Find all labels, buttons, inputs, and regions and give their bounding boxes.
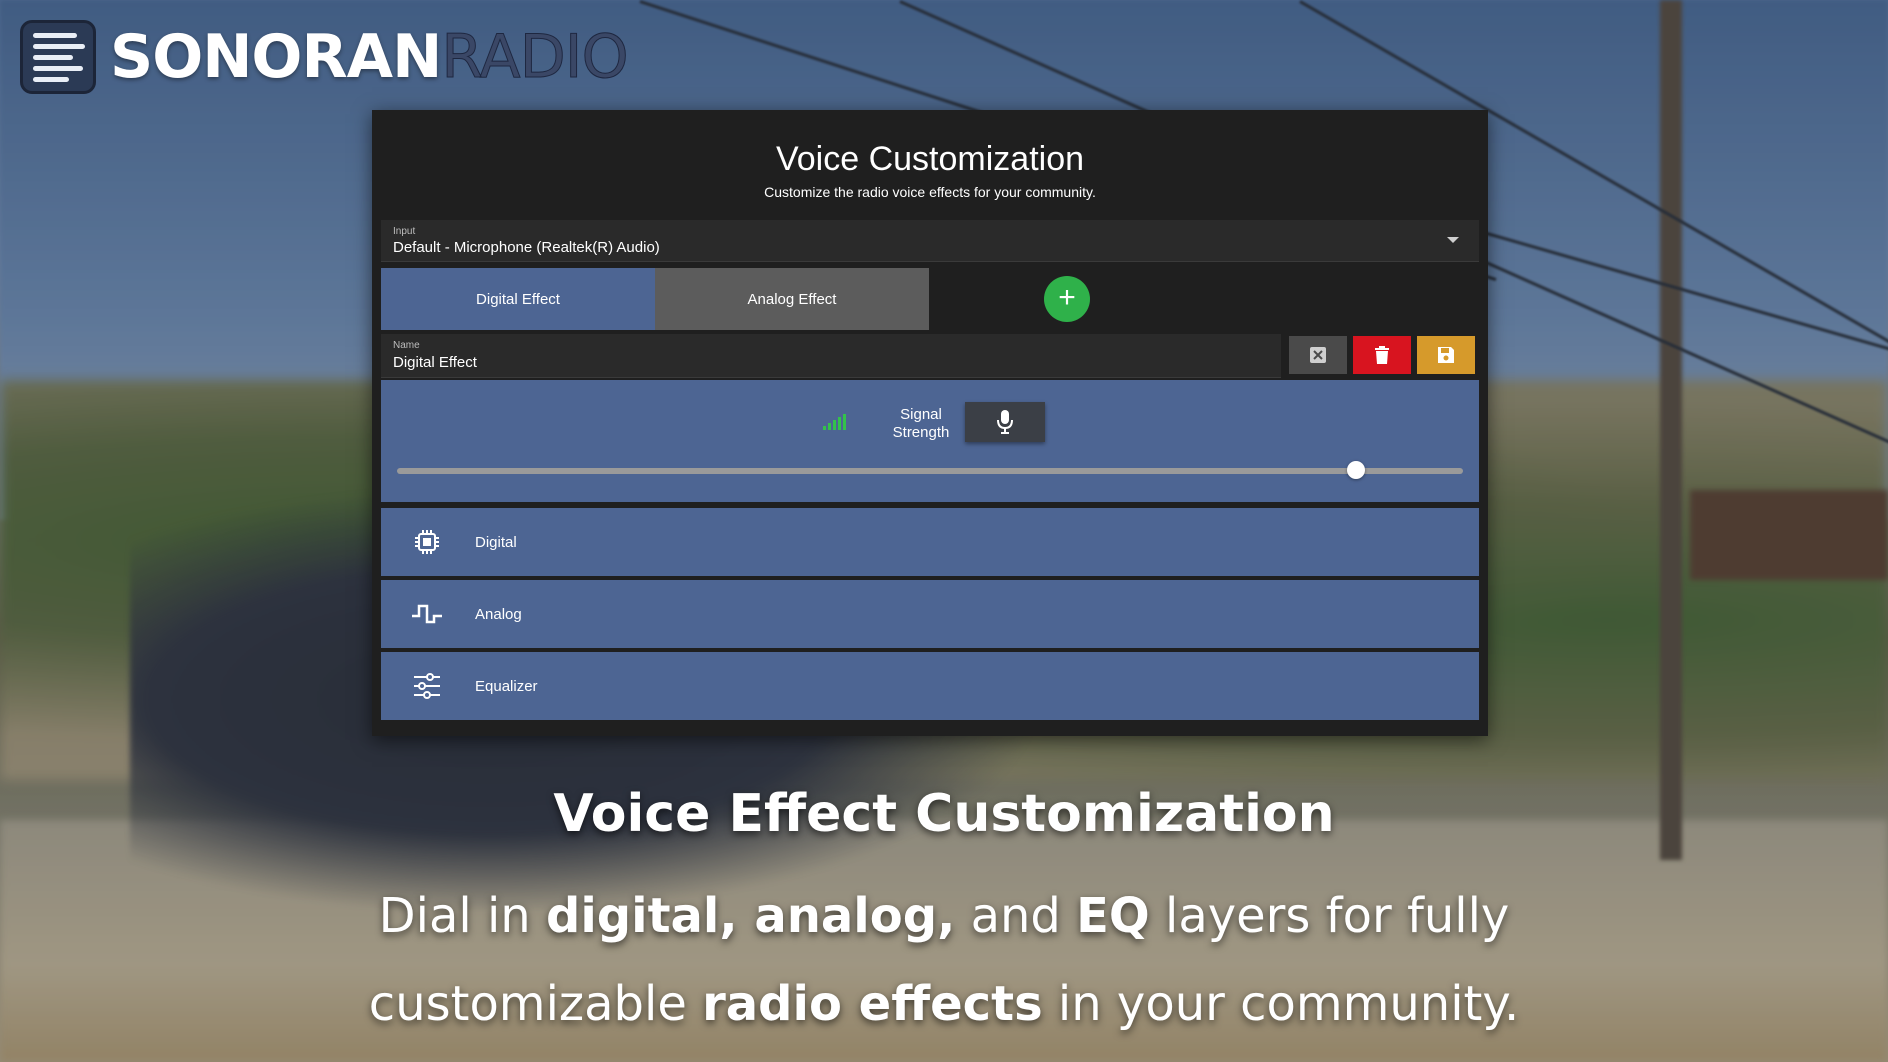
effect-name-field[interactable]: Name Digital Effect <box>381 334 1281 378</box>
brand-name-bold: SONORAN <box>110 22 442 92</box>
name-value: Digital Effect <box>393 354 477 371</box>
trash-icon <box>1375 346 1389 364</box>
caption-line-1: Dial in digital, analog, and EQ layers f… <box>378 888 1510 944</box>
add-effect-button[interactable]: + <box>1044 276 1090 322</box>
section-digital[interactable]: Digital <box>381 508 1479 576</box>
chevron-down-icon <box>1447 237 1459 243</box>
signal-strength-label: Signal Strength <box>892 406 950 441</box>
input-value: Default - Microphone (Realtek(R) Audio) <box>393 239 660 256</box>
caption-headline: Voice Effect Customization <box>553 784 1335 844</box>
section-label: Equalizer <box>475 677 538 695</box>
tab-analog-effect[interactable]: Analog Effect <box>655 268 929 330</box>
radio-logo-icon <box>20 20 96 94</box>
brand-logo: SONORAN RADIO <box>20 20 629 94</box>
signal-strength-slider[interactable] <box>397 468 1463 474</box>
tab-digital-effect[interactable]: Digital Effect <box>381 268 655 330</box>
close-box-icon <box>1310 347 1326 363</box>
section-label: Digital <box>475 533 517 551</box>
section-equalizer[interactable]: Equalizer <box>381 652 1479 720</box>
microphone-icon <box>997 410 1013 434</box>
plus-icon: + <box>1058 281 1076 314</box>
save-icon <box>1438 347 1454 363</box>
input-device-select[interactable]: Input Default - Microphone (Realtek(R) A… <box>381 220 1479 262</box>
caption-line-2: customizable radio effects in your commu… <box>368 976 1520 1032</box>
slider-thumb[interactable] <box>1347 461 1366 479</box>
chip-icon <box>411 526 443 558</box>
sliders-icon <box>411 670 443 702</box>
clear-button[interactable] <box>1289 336 1347 374</box>
input-label: Input <box>393 226 416 237</box>
signal-bars-icon <box>823 414 849 430</box>
panel-title: Voice Customization <box>775 140 1085 178</box>
delete-button[interactable] <box>1353 336 1411 374</box>
brand-name-light: RADIO <box>441 22 629 93</box>
save-button[interactable] <box>1417 336 1475 374</box>
signal-strength-panel: Signal Strength <box>381 380 1479 502</box>
section-label: Analog <box>475 605 522 623</box>
section-analog[interactable]: Analog <box>381 580 1479 648</box>
voice-customization-panel: Voice Customization Customize the radio … <box>372 110 1488 736</box>
panel-subtitle: Customize the radio voice effects for yo… <box>764 184 1096 200</box>
square-wave-icon <box>411 598 443 630</box>
microphone-test-button[interactable] <box>965 402 1045 442</box>
name-label: Name <box>393 340 420 351</box>
